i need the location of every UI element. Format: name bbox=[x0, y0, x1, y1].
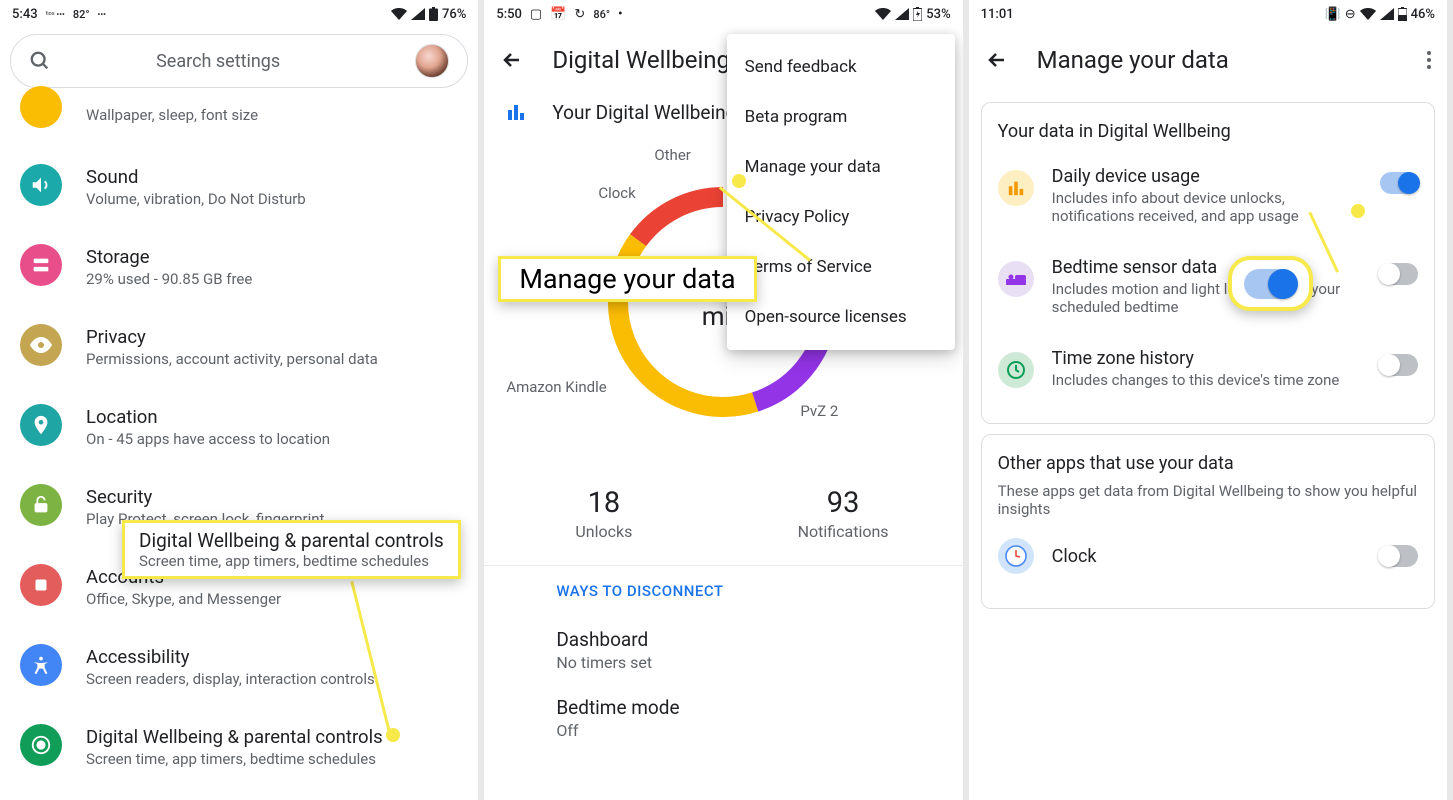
battery-charging-icon bbox=[913, 7, 922, 21]
toggle-clock-app[interactable] bbox=[1380, 545, 1418, 567]
manage-data-panel: 11:01 📳 ⊖ 46% Manage your data Your data… bbox=[969, 0, 1453, 800]
settings-list: Wallpaper, sleep, font size Sound Volume… bbox=[0, 94, 478, 786]
setting-accessibility[interactable]: Accessibility Screen readers, display, i… bbox=[0, 626, 478, 706]
digital-wellbeing-panel: 5:50 ▢ 📅 ↻ 86° • 53% Digital Wellbeing Y… bbox=[484, 0, 968, 800]
display-icon bbox=[20, 86, 62, 128]
settings-panel: 5:43 ᶠᶦᵒˢ ••• 82° ••• 76% Search setting… bbox=[0, 0, 484, 800]
battery-icon bbox=[1398, 7, 1407, 21]
status-bar: 5:43 ᶠᶦᵒˢ ••• 82° ••• 76% bbox=[0, 0, 478, 28]
menu-send-feedback[interactable]: Send feedback bbox=[727, 42, 955, 92]
bar-chart-icon bbox=[998, 170, 1034, 206]
back-arrow-icon[interactable] bbox=[500, 48, 524, 72]
setting-storage[interactable]: Storage 29% used - 90.85 GB free bbox=[0, 226, 478, 306]
signal-icon bbox=[411, 8, 425, 20]
status-time: 11:01 bbox=[981, 7, 1014, 22]
status-time: 5:43 bbox=[12, 7, 38, 22]
overflow-menu: Send feedback Beta program Manage your d… bbox=[727, 34, 955, 350]
page-title: Manage your data bbox=[1037, 46, 1229, 74]
accessibility-icon bbox=[20, 644, 62, 686]
sound-icon bbox=[20, 164, 62, 206]
setting-security[interactable]: Security Play Protect, screen lock, fing… bbox=[0, 466, 478, 546]
stat-unlocks[interactable]: 18 Unlocks bbox=[484, 486, 723, 541]
section-disconnect: WAYS TO DISCONNECT bbox=[484, 565, 962, 616]
wifi-icon bbox=[391, 8, 407, 20]
wifi-icon bbox=[1360, 8, 1376, 20]
image-icon: ▢ bbox=[530, 7, 542, 22]
battery-icon bbox=[429, 7, 438, 21]
clock-app-icon bbox=[998, 538, 1034, 574]
app-bar: Manage your data bbox=[969, 28, 1447, 92]
status-weather: 82° bbox=[73, 8, 90, 21]
menu-privacy-policy[interactable]: Privacy Policy bbox=[727, 192, 955, 242]
vibrate-icon: 📳 bbox=[1325, 7, 1341, 22]
chart-label-other: Other bbox=[654, 146, 691, 164]
user-avatar[interactable] bbox=[415, 44, 449, 78]
card-header: Your data in Digital Wellbeing bbox=[998, 121, 1418, 142]
row-bedtime[interactable]: Bedtime mode Off bbox=[484, 684, 962, 752]
row-daily-usage[interactable]: Daily device usage Includes info about d… bbox=[998, 150, 1418, 241]
setting-privacy[interactable]: Privacy Permissions, account activity, p… bbox=[0, 306, 478, 386]
clock-icon bbox=[998, 352, 1034, 388]
card-other-apps: Other apps that use your data These apps… bbox=[981, 434, 1435, 609]
privacy-icon bbox=[20, 324, 62, 366]
card-header: Other apps that use your data bbox=[998, 453, 1418, 474]
search-placeholder: Search settings bbox=[37, 51, 399, 72]
status-bar: 11:01 📳 ⊖ 46% bbox=[969, 0, 1447, 28]
dnd-icon: ⊖ bbox=[1345, 7, 1356, 22]
more-menu-icon[interactable] bbox=[1427, 51, 1431, 69]
signal-icon bbox=[895, 8, 909, 20]
location-icon bbox=[20, 404, 62, 446]
accounts-icon bbox=[20, 564, 62, 606]
setting-accounts[interactable]: Accounts Office, Skype, and Messenger bbox=[0, 546, 478, 626]
bar-chart-icon bbox=[504, 100, 528, 124]
card-your-data: Your data in Digital Wellbeing Daily dev… bbox=[981, 102, 1435, 424]
battery-percent: 46% bbox=[1411, 7, 1435, 22]
setting-location[interactable]: Location On - 45 apps have access to loc… bbox=[0, 386, 478, 466]
back-arrow-icon[interactable] bbox=[985, 48, 1009, 72]
menu-manage-data[interactable]: Manage your data bbox=[727, 142, 955, 192]
storage-icon bbox=[20, 244, 62, 286]
menu-terms[interactable]: Terms of Service bbox=[727, 242, 955, 292]
status-bar: 5:50 ▢ 📅 ↻ 86° • 53% bbox=[484, 0, 962, 28]
search-bar[interactable]: Search settings bbox=[10, 34, 468, 88]
page-title: Digital Wellbeing bbox=[552, 46, 730, 74]
stats-row: 18 Unlocks 93 Notifications bbox=[484, 472, 962, 565]
row-timezone[interactable]: Time zone history Includes changes to th… bbox=[998, 332, 1418, 405]
setting-digital-wellbeing[interactable]: Digital Wellbeing & parental controls Sc… bbox=[0, 706, 478, 786]
row-bedtime-sensor[interactable]: Bedtime sensor data Includes motion and … bbox=[998, 241, 1418, 332]
row-dashboard[interactable]: Dashboard No timers set bbox=[484, 616, 962, 684]
toggle-timezone[interactable] bbox=[1380, 354, 1418, 376]
menu-licenses[interactable]: Open-source licenses bbox=[727, 292, 955, 342]
sync-icon: ↻ bbox=[574, 7, 585, 22]
security-icon bbox=[20, 484, 62, 526]
setting-sound[interactable]: Sound Volume, vibration, Do Not Disturb bbox=[0, 146, 478, 226]
card-sub: These apps get data from Digital Wellbei… bbox=[998, 482, 1418, 518]
setting-display[interactable]: Wallpaper, sleep, font size bbox=[0, 94, 478, 146]
chart-label-kindle: Amazon Kindle bbox=[506, 378, 606, 396]
toggle-daily-usage[interactable] bbox=[1380, 172, 1418, 194]
battery-percent: 76% bbox=[442, 7, 466, 22]
wellbeing-icon bbox=[20, 724, 62, 766]
battery-percent: 53% bbox=[926, 7, 950, 22]
status-time: 5:50 bbox=[496, 7, 522, 22]
stat-notifications[interactable]: 93 Notifications bbox=[724, 486, 963, 541]
bed-icon bbox=[998, 261, 1034, 297]
menu-beta-program[interactable]: Beta program bbox=[727, 92, 955, 142]
row-clock-app[interactable]: Clock bbox=[998, 522, 1418, 590]
calendar-icon: 📅 bbox=[550, 7, 566, 22]
wifi-icon bbox=[875, 8, 891, 20]
toggle-bedtime-sensor[interactable] bbox=[1380, 263, 1418, 285]
signal-icon bbox=[1380, 8, 1394, 20]
status-weather: 86° bbox=[593, 8, 610, 21]
